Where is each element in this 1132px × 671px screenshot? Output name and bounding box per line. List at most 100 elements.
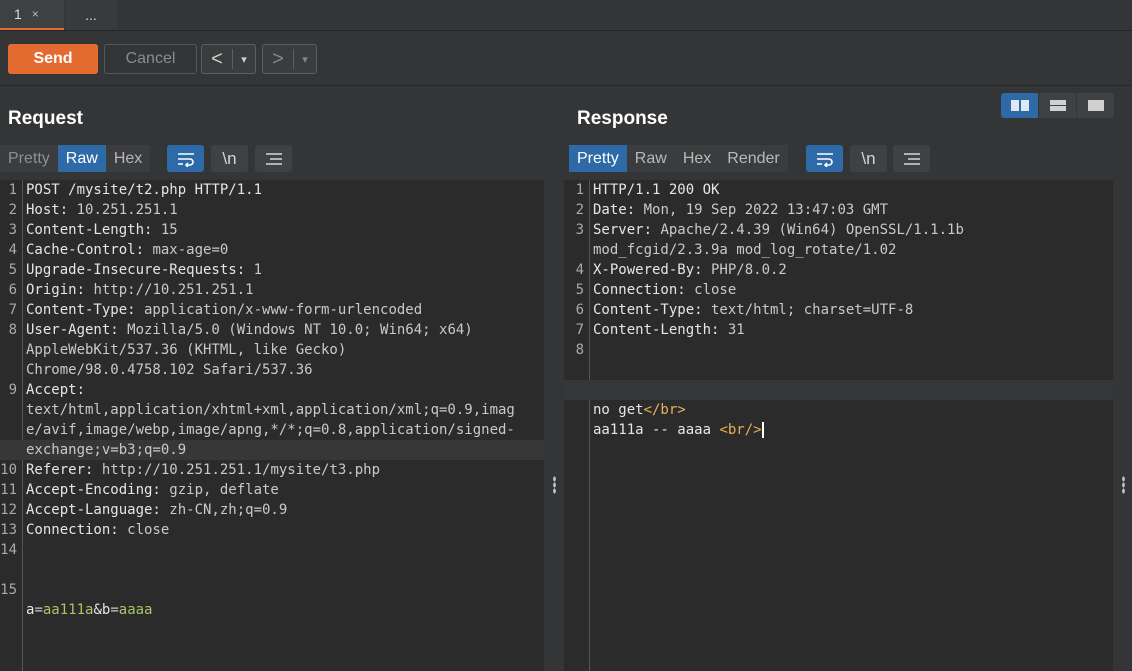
line-number: 10	[0, 462, 17, 478]
pane-splitter[interactable]	[1113, 180, 1132, 671]
tab-response-render[interactable]: Render	[719, 145, 788, 172]
code-line: 7 Content-Type: application/x-www-form-ur…	[0, 300, 544, 320]
code-line: 6 Content-Type: text/html; charset=UTF-8	[564, 300, 1113, 320]
chevron-down-icon[interactable]: ▾	[233, 53, 255, 66]
tab-response-hex[interactable]: Hex	[674, 145, 720, 172]
tab-request-hex[interactable]: Hex	[105, 145, 151, 172]
code-line: 7 Content-Length: 31	[564, 320, 1113, 340]
drag-handle-icon[interactable]	[553, 476, 556, 494]
line-number: 9	[8, 382, 17, 398]
code-line: 4 Cache-Control: max-age=0	[0, 240, 544, 260]
code-text: Connection: close	[593, 282, 737, 298]
code-text: User-Agent: Mozilla/5.0 (Windows NT 10.0…	[26, 322, 473, 338]
code-line: 1 POST /mysite/t2.php HTTP/1.1	[0, 180, 544, 200]
pane-splitter[interactable]	[544, 180, 564, 671]
split-horizontal-icon[interactable]	[1001, 93, 1038, 118]
code-line: 6 Origin: http://10.251.251.1	[0, 280, 544, 300]
menu-icon[interactable]	[255, 145, 292, 172]
send-button[interactable]: Send	[8, 44, 98, 74]
code-text: Host: 10.251.251.1	[26, 202, 178, 218]
text-cursor	[761, 422, 764, 438]
code-line: aa111a -- aaaa <br/>	[564, 380, 1113, 438]
code-line: 5 Upgrade-Insecure-Requests: 1	[0, 260, 544, 280]
code-line: 2 Date: Mon, 19 Sep 2022 13:47:03 GMT	[564, 200, 1113, 220]
code-text: Date: Mon, 19 Sep 2022 13:47:03 GMT	[593, 202, 889, 218]
line-number: 7	[575, 322, 584, 338]
line-number: 8	[575, 342, 584, 358]
code-line: AppleWebKit/537.36 (KHTML, like Gecko)	[0, 340, 544, 360]
tab-request-raw[interactable]: Raw	[57, 145, 106, 172]
line-number: 8	[8, 322, 17, 338]
wrap-lines-icon[interactable]	[806, 145, 843, 172]
code-text: Content-Type: text/html; charset=UTF-8	[593, 302, 914, 318]
response-body-line: aa111a -- aaaa <br/>	[593, 422, 764, 438]
code-line: 8 User-Agent: Mozilla/5.0 (Windows NT 10.…	[0, 320, 544, 340]
drag-handle-icon[interactable]	[1122, 476, 1125, 494]
code-line: 3 Server: Apache/2.4.39 (Win64) OpenSSL/1…	[564, 220, 1113, 240]
code-line: 3 Content-Length: 15	[0, 220, 544, 240]
code-text: Accept:	[26, 382, 86, 398]
response-body-line: no get</br>	[593, 402, 686, 418]
tab-more[interactable]: ...	[65, 0, 117, 30]
code-text: Connection: close	[26, 522, 170, 538]
wrap-lines-icon[interactable]	[167, 145, 204, 172]
code-line: 13 Connection: close	[0, 520, 544, 540]
line-number: 13	[0, 522, 17, 538]
code-text: Accept-Language: zh-CN,zh;q=0.9	[26, 502, 288, 518]
tab-response-raw[interactable]: Raw	[626, 145, 675, 172]
tab-request-pretty[interactable]: Pretty	[0, 145, 58, 172]
newline-icon[interactable]: \n	[211, 145, 248, 172]
code-text: Referer: http://10.251.251.1/mysite/t3.p…	[26, 462, 381, 478]
code-text: Upgrade-Insecure-Requests: 1	[26, 262, 263, 278]
code-text: Content-Length: 31	[593, 322, 745, 338]
tab-1[interactable]: 1 ×	[0, 0, 64, 30]
response-view-tabs: Pretty Raw Hex Render	[569, 145, 788, 172]
line-number: 3	[575, 222, 584, 238]
line-number: 6	[8, 282, 17, 298]
code-line: 12 Accept-Language: zh-CN,zh;q=0.9	[0, 500, 544, 520]
line-number: 2	[575, 202, 584, 218]
code-line: exchange;v=b3;q=0.9	[0, 440, 544, 460]
cancel-button[interactable]: Cancel	[104, 44, 197, 74]
code-line: 1 HTTP/1.1 200 OK	[564, 180, 1113, 200]
code-text: X-Powered-By: PHP/8.0.2	[593, 262, 787, 278]
line-number: 14	[0, 542, 17, 558]
code-text: exchange;v=b3;q=0.9	[26, 442, 187, 458]
code-text: Origin: http://10.251.251.1	[26, 282, 254, 298]
line-number: 15	[0, 582, 17, 598]
chevron-down-icon[interactable]: ▾	[294, 53, 316, 66]
code-text: POST /mysite/t2.php HTTP/1.1	[26, 182, 263, 198]
line-number: 7	[8, 302, 17, 318]
tab-strip: 1 × ...	[0, 0, 1132, 31]
line-number: 5	[575, 282, 584, 298]
tab-response-pretty[interactable]: Pretty	[569, 145, 627, 172]
line-number: 5	[8, 262, 17, 278]
tab-label: 1	[14, 6, 22, 22]
close-tab-icon[interactable]: ×	[32, 7, 39, 21]
code-line: 14	[0, 540, 544, 560]
body-params: a=aa111a&b=aaaa	[26, 602, 153, 618]
code-line: 15 a=aa111a&b=aaaa	[0, 560, 544, 618]
request-editor[interactable]: 1 POST /mysite/t2.php HTTP/1.1 2 Host: 10.2…	[0, 180, 544, 671]
response-editor[interactable]: 1 HTTP/1.1 200 OK 2 Date: Mon, 19 Sep 2022 …	[564, 180, 1113, 671]
code-line: 10 Referer: http://10.251.251.1/mysite/t3…	[0, 460, 544, 480]
request-title: Request	[8, 108, 83, 129]
code-text: e/avif,image/webp,image/apng,*/*;q=0.8,a…	[26, 422, 515, 438]
code-text: mod_fcgid/2.3.9a mod_log_rotate/1.02	[593, 242, 897, 258]
response-title: Response	[577, 108, 668, 129]
line-number: 1	[575, 182, 584, 198]
line-number: 11	[0, 482, 17, 498]
menu-icon[interactable]	[893, 145, 930, 172]
forward-button[interactable]: > ▾	[262, 44, 317, 74]
line-number: 2	[8, 202, 17, 218]
toolbar: Send Cancel < ▾ > ▾	[0, 31, 1132, 86]
split-vertical-icon[interactable]	[1039, 93, 1076, 118]
code-line: text/html,application/xhtml+xml,applicat…	[0, 400, 544, 420]
code-line: 4 X-Powered-By: PHP/8.0.2	[564, 260, 1113, 280]
code-text: AppleWebKit/537.36 (KHTML, like Gecko)	[26, 342, 347, 358]
single-pane-icon[interactable]	[1077, 93, 1114, 118]
line-number: 1	[8, 182, 17, 198]
newline-icon[interactable]: \n	[850, 145, 887, 172]
back-button[interactable]: < ▾	[201, 44, 256, 74]
code-line: 9 no get</br>	[564, 360, 1113, 418]
